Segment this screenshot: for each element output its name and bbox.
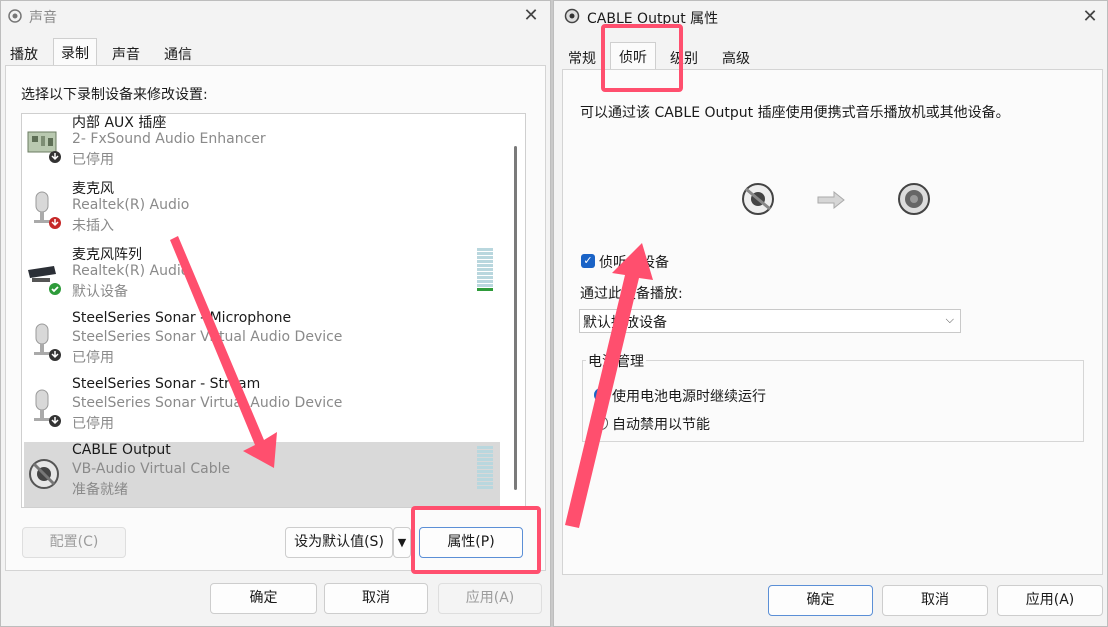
arrow-to-properties-icon [170, 236, 277, 468]
arrow-to-listen-checkbox-icon [565, 243, 653, 528]
annotation-arrows [170, 236, 653, 528]
